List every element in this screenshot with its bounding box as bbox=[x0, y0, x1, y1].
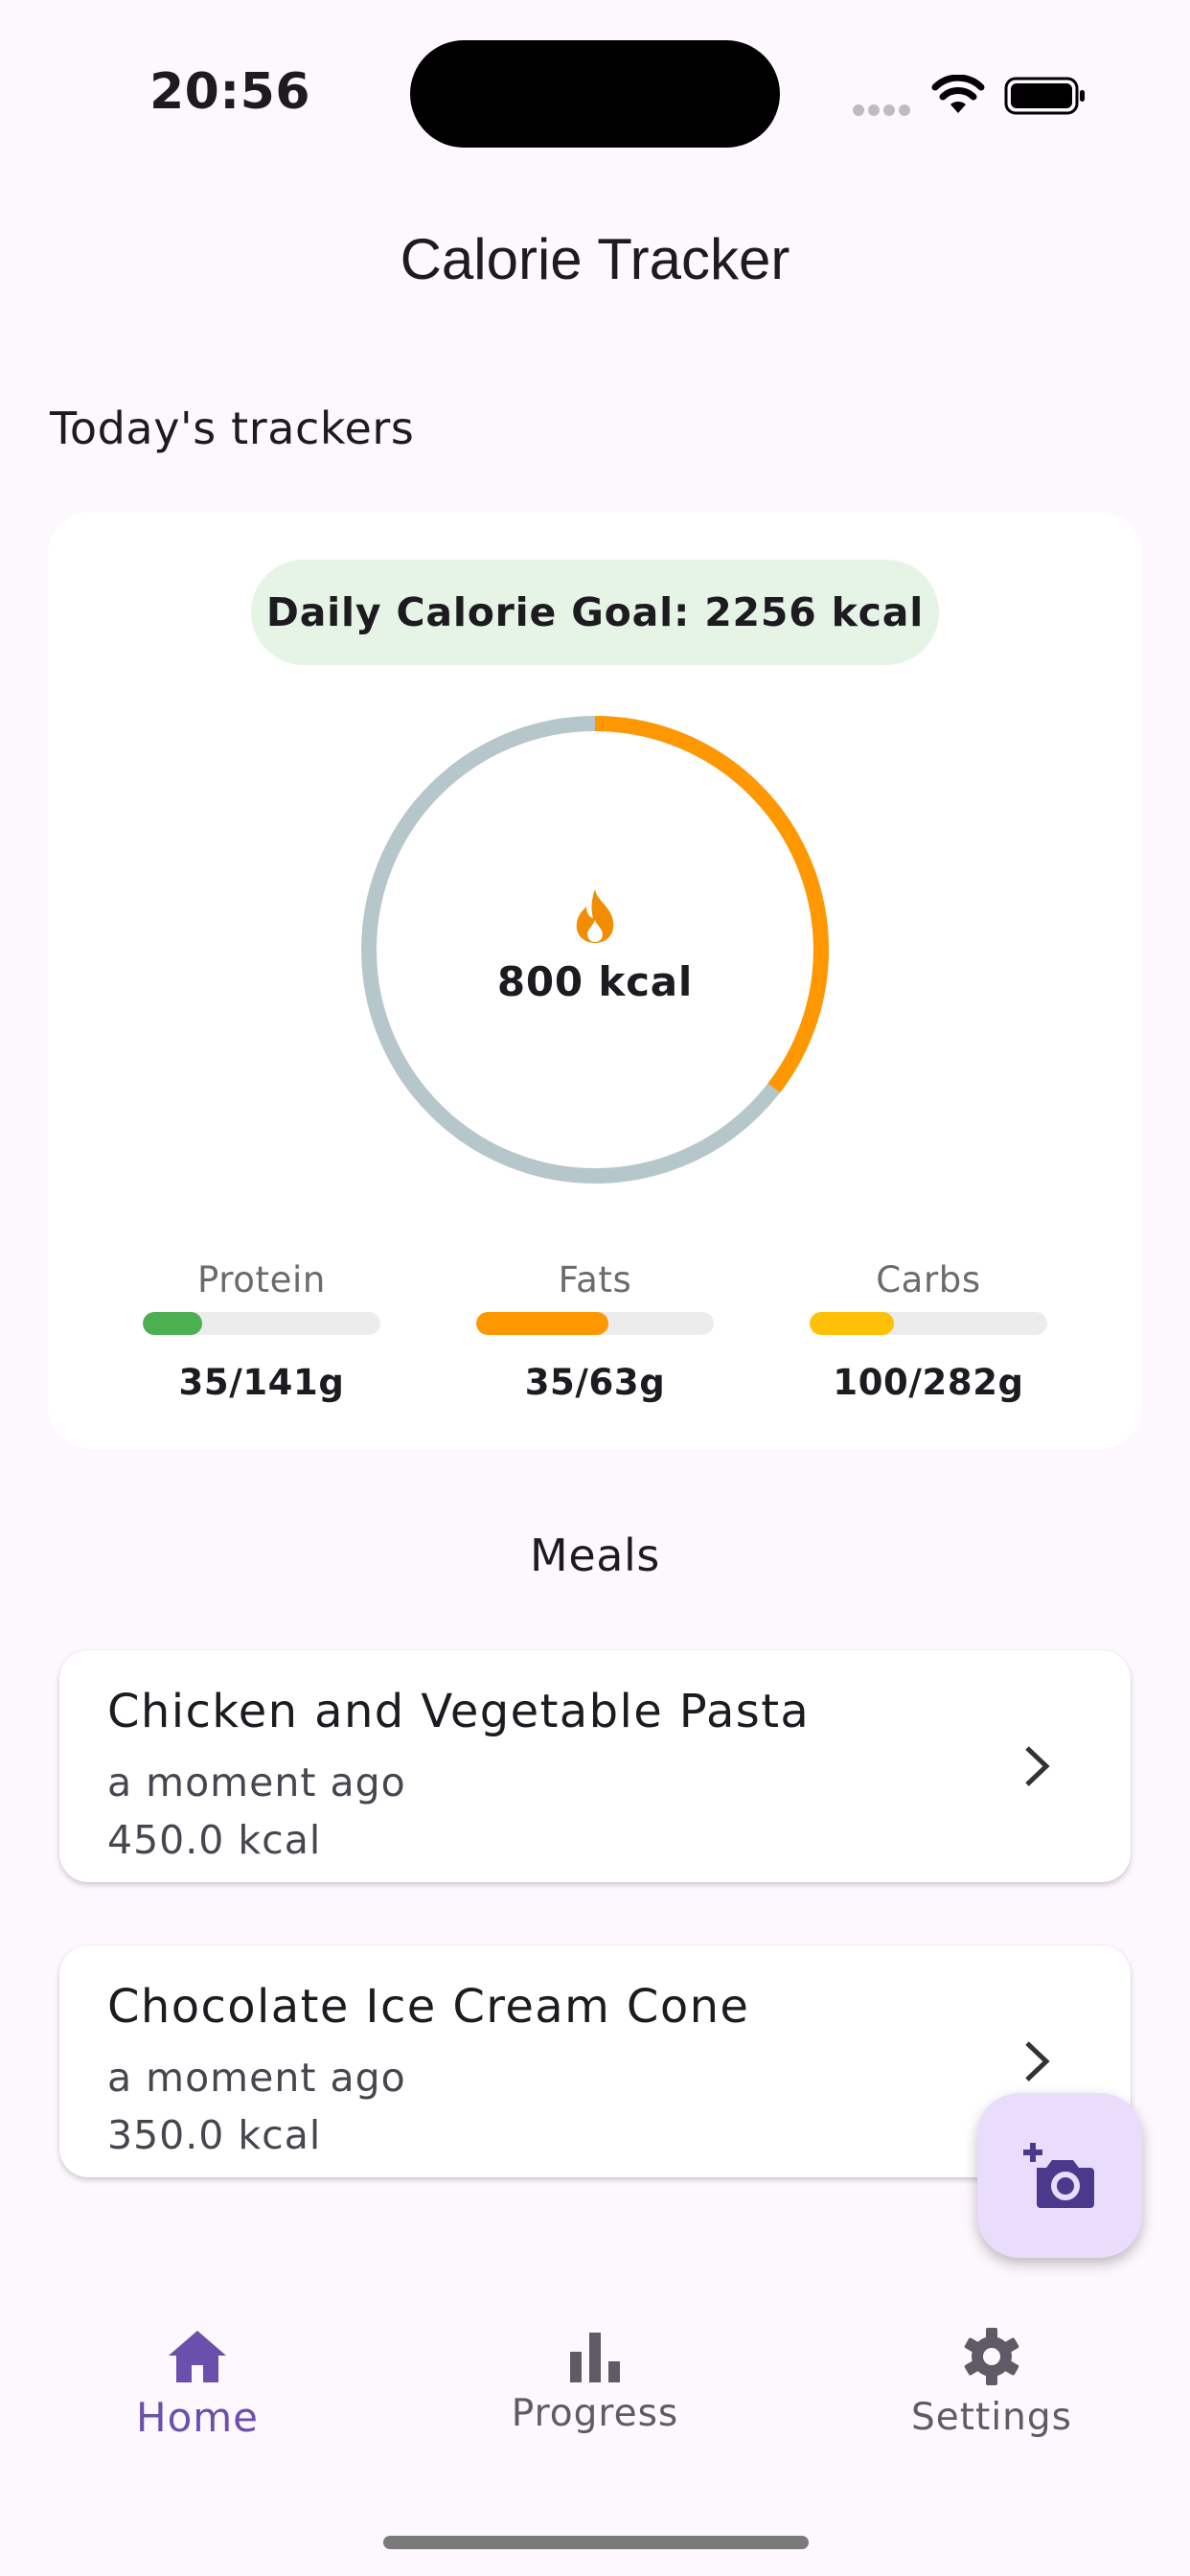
nav-label: Settings bbox=[911, 2396, 1072, 2439]
macro-carbs: Carbs 100/282g bbox=[809, 1259, 1048, 1403]
consumed-calories: 800 kcal bbox=[496, 958, 694, 1005]
macro-label: Protein bbox=[197, 1259, 326, 1300]
app-title: Calorie Tracker bbox=[400, 227, 790, 291]
macro-progress-fill bbox=[476, 1312, 608, 1335]
macro-progress-bar bbox=[810, 1312, 1047, 1335]
macro-value: 35/141g bbox=[178, 1362, 345, 1403]
home-icon bbox=[169, 2331, 226, 2382]
dynamic-island bbox=[410, 40, 780, 148]
daily-goal-badge: Daily Calorie Goal: 2256 kcal bbox=[251, 560, 939, 665]
macro-fats: Fats 35/63g bbox=[475, 1259, 715, 1403]
meal-name: Chocolate Ice Cream Cone bbox=[107, 1980, 750, 2034]
section-label-trackers: Today's trackers bbox=[50, 402, 415, 454]
gear-icon bbox=[964, 2328, 1019, 2385]
macro-value: 100/282g bbox=[833, 1362, 1024, 1403]
macro-label: Fats bbox=[558, 1259, 632, 1300]
battery-icon bbox=[1004, 77, 1085, 115]
macro-progress-fill bbox=[143, 1312, 202, 1335]
macro-label: Carbs bbox=[876, 1259, 981, 1300]
nav-label: Home bbox=[135, 2394, 260, 2441]
meal-calories: 350.0 kcal bbox=[107, 2112, 322, 2158]
meals-heading: Meals bbox=[530, 1530, 660, 1581]
chevron-right-icon bbox=[1025, 2041, 1050, 2082]
meal-name: Chicken and Vegetable Pasta bbox=[107, 1685, 811, 1738]
chevron-right-icon bbox=[1025, 1746, 1050, 1786]
macro-progress-bar bbox=[143, 1312, 380, 1335]
status-time: 20:56 bbox=[149, 63, 311, 121]
macro-progress-bar bbox=[476, 1312, 714, 1335]
wifi-icon bbox=[931, 75, 985, 113]
cellular-signal-icon bbox=[853, 102, 914, 116]
nav-label: Progress bbox=[511, 2392, 679, 2435]
bar-chart-icon bbox=[570, 2333, 620, 2382]
nav-home[interactable]: Home bbox=[54, 2329, 341, 2441]
meal-time: a moment ago bbox=[107, 2055, 406, 2101]
home-indicator bbox=[383, 2536, 809, 2549]
meal-card[interactable]: Chocolate Ice Cream Cone a moment ago 35… bbox=[59, 1945, 1131, 2177]
nav-settings[interactable]: Settings bbox=[848, 2327, 1135, 2439]
add-meal-photo-button[interactable] bbox=[977, 2093, 1142, 2258]
macro-protein: Protein 35/141g bbox=[142, 1259, 381, 1403]
meal-calories: 450.0 kcal bbox=[107, 1817, 322, 1863]
flame-icon bbox=[576, 889, 614, 943]
macro-progress-fill bbox=[810, 1312, 895, 1335]
meal-time: a moment ago bbox=[107, 1760, 406, 1806]
calorie-progress-ring bbox=[361, 716, 829, 1184]
macro-value: 35/63g bbox=[524, 1362, 666, 1403]
add-photo-camera-icon bbox=[1023, 2143, 1094, 2208]
meal-card[interactable]: Chicken and Vegetable Pasta a moment ago… bbox=[59, 1650, 1131, 1882]
nav-progress[interactable]: Progress bbox=[451, 2331, 739, 2435]
